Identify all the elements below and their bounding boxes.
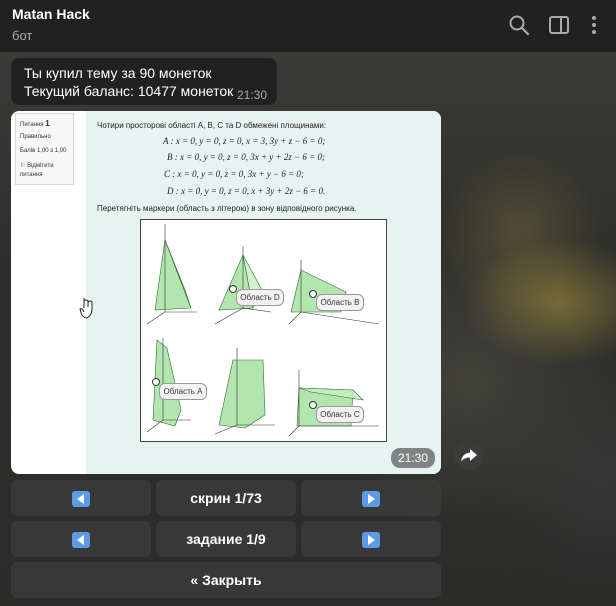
arrow-left-icon: [72, 491, 90, 508]
message-line-1: Ты купил тему за 90 монеток: [24, 65, 212, 81]
chat-subtitle: бот: [12, 28, 33, 43]
marker-region-d[interactable]: Область D: [236, 289, 284, 306]
equation-a: A : x = 0, y = 0, z = 0, x = 3, 3y + z −…: [163, 136, 326, 146]
question-status: Правильно: [20, 134, 51, 140]
marker-region-c[interactable]: Область C: [316, 406, 364, 423]
marker-handle-d[interactable]: [229, 285, 237, 293]
message-bubble[interactable]: Ты купил тему за 90 монеток Текущий бала…: [11, 58, 277, 105]
marker-handle-c[interactable]: [309, 401, 317, 409]
screen-counter-label: скрин 1/73: [190, 490, 262, 506]
question-score: Балів 1,00 з 1,00: [20, 148, 67, 154]
question-number: 1: [45, 119, 50, 128]
flag-label-2: питання: [20, 172, 43, 178]
question-info-box: Питання 1 Правильно Балів 1,00 з 1,00 ⚐ …: [15, 113, 74, 185]
equation-b: B : x = 0, y = 0, z = 0, 3x + y + 2z − 6…: [167, 152, 325, 162]
forward-button[interactable]: [454, 440, 484, 470]
close-button[interactable]: « Закрыть: [11, 562, 441, 598]
figure-2: [214, 246, 272, 325]
arrow-right-icon: [362, 532, 380, 549]
prev-task-button[interactable]: [11, 521, 151, 557]
marker-region-a[interactable]: Область A: [159, 383, 207, 400]
flag-label-1: Відмітити: [27, 163, 54, 169]
figure-6: [288, 370, 379, 437]
chat-header[interactable]: Matan Hack бот: [0, 0, 616, 52]
marker-handle-b[interactable]: [309, 290, 317, 298]
flag-icon: ⚐: [20, 163, 26, 169]
message-line-2: Текущий баланс: 10477 монеток: [24, 83, 234, 99]
hand-cursor-icon: [79, 298, 93, 319]
marker-region-b-label: Область B: [320, 298, 360, 307]
task-counter-label: задание 1/9: [186, 531, 266, 547]
figure-3: [288, 260, 380, 325]
message-time: 21:30: [236, 88, 267, 102]
chat-title[interactable]: Matan Hack: [12, 6, 90, 22]
close-label: « Закрыть: [190, 572, 262, 588]
task-counter-button[interactable]: задание 1/9: [156, 521, 296, 557]
search-icon[interactable]: [507, 13, 531, 37]
prev-screen-button[interactable]: [11, 480, 151, 516]
marker-region-b[interactable]: Область B: [316, 294, 364, 311]
next-task-button[interactable]: [301, 521, 441, 557]
forward-icon: [461, 449, 477, 462]
next-screen-button[interactable]: [301, 480, 441, 516]
figure-5: [214, 348, 275, 435]
question-label: Питання: [20, 122, 44, 128]
equation-c: C : x = 0, y = 0, z = 0, 3x + y − 6 = 0;: [164, 169, 304, 179]
marker-region-c-label: Область C: [320, 410, 360, 419]
equation-d: D : x = 0, y = 0, z = 0, x + 3y + 2z − 6…: [167, 186, 326, 196]
marker-handle-a[interactable]: [152, 378, 160, 386]
photo-time: 21:30: [390, 448, 435, 468]
question-label-row: Питання 1: [20, 119, 50, 128]
more-vertical-icon[interactable]: [582, 13, 606, 37]
arrow-left-icon: [72, 532, 90, 549]
screen-counter-button[interactable]: скрин 1/73: [156, 480, 296, 516]
sidebar-toggle-icon[interactable]: [547, 13, 571, 37]
arrow-right-icon: [362, 491, 380, 508]
marker-region-a-label: Область A: [163, 387, 203, 396]
figure-1: [146, 224, 197, 325]
flag-question-link[interactable]: ⚐ Відмітити: [20, 162, 54, 169]
problem-intro: Чотири просторові області A, B, C та D о…: [97, 121, 327, 130]
marker-region-d-label: Область D: [240, 293, 280, 302]
photo-message[interactable]: Питання 1 Правильно Балів 1,00 з 1,00 ⚐ …: [11, 111, 441, 474]
problem-instruction: Перетягніть маркери (область з літерою) …: [97, 204, 357, 213]
